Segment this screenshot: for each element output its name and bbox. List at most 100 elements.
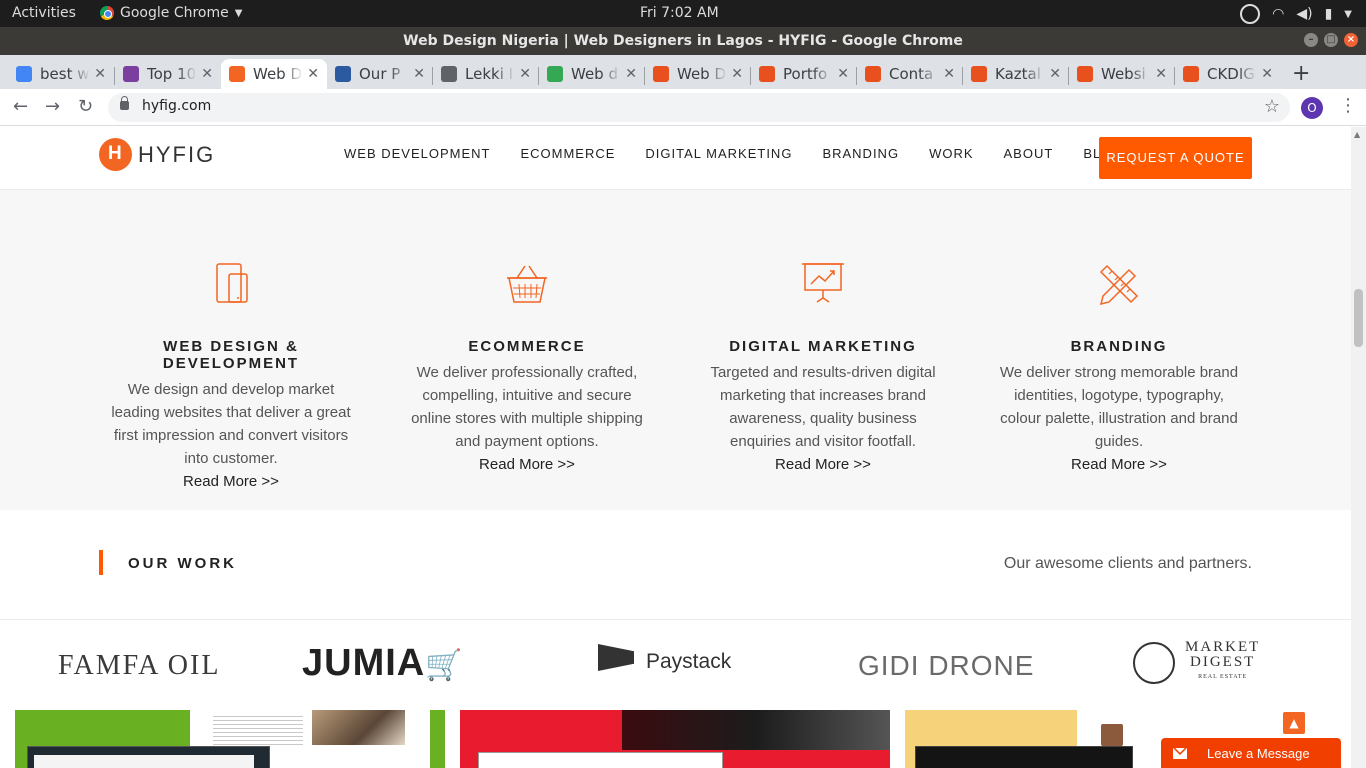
- tab-separator: [856, 67, 857, 85]
- app-menu-label: Google Chrome: [120, 5, 229, 21]
- tab-label: Kaztal: [995, 65, 1041, 83]
- market-digest-line2: DIGEST: [1190, 654, 1256, 670]
- market-digest-line1: MARKET: [1185, 639, 1261, 655]
- browser-tab[interactable]: CKDIG ✕: [1175, 59, 1281, 89]
- browser-tab[interactable]: Web d ✕: [539, 59, 645, 89]
- system-tray[interactable]: ◠ ◀) ▮ ▼: [1240, 4, 1352, 24]
- tab-label: Our P: [359, 65, 401, 83]
- service-ecommerce: ECOMMERCE We deliver professionally craf…: [397, 260, 657, 476]
- portfolio-item[interactable]: [15, 710, 445, 768]
- tab-label: best w: [40, 65, 90, 83]
- tab-close-icon[interactable]: ✕: [1155, 66, 1167, 82]
- service-digital-marketing: DIGITAL MARKETING Targeted and results-d…: [693, 260, 953, 476]
- client-logo-paystack[interactable]: Paystack: [598, 644, 731, 680]
- thumb-background: [430, 710, 445, 768]
- tab-close-icon[interactable]: ✕: [837, 66, 849, 82]
- activities-button[interactable]: Activities: [12, 5, 76, 21]
- browser-toolbar: ← → ↻ hyfig.com ☆ O ⋮: [0, 89, 1366, 126]
- tab-close-icon[interactable]: ✕: [1261, 66, 1273, 82]
- client-logo-famfa-oil[interactable]: FAMFA OIL: [58, 650, 220, 682]
- profile-avatar[interactable]: O: [1301, 97, 1323, 119]
- nav-digital-marketing[interactable]: DIGITAL MARKETING: [645, 146, 792, 161]
- thumb-photo: [1101, 724, 1123, 746]
- browser-tab[interactable]: Portfo ✕: [751, 59, 857, 89]
- client-logo-jumia[interactable]: JUMIA🛒: [302, 642, 464, 685]
- tab-label: Web D: [253, 65, 303, 83]
- browser-tab[interactable]: Websi ✕: [1069, 59, 1175, 89]
- client-logos: FAMFA OIL JUMIA🛒 Paystack GIDI DRONE MAR…: [0, 620, 1351, 710]
- client-logo-gidi-drone[interactable]: GIDI DRONE: [858, 650, 1034, 682]
- browser-tab[interactable]: Kaztal ✕: [963, 59, 1069, 89]
- nav-work[interactable]: WORK: [929, 146, 973, 161]
- close-button[interactable]: ×: [1344, 33, 1358, 47]
- browser-tab[interactable]: Web D ✕: [645, 59, 751, 89]
- scroll-to-top-button[interactable]: ▲: [1283, 712, 1305, 734]
- hyfig-logo-mark-icon: [99, 138, 132, 171]
- service-title: DIGITAL MARKETING: [729, 338, 917, 355]
- lock-icon[interactable]: [120, 96, 129, 110]
- tab-close-icon[interactable]: ✕: [731, 66, 743, 82]
- tab-close-icon[interactable]: ✕: [943, 66, 955, 82]
- chat-label: Leave a Message: [1207, 746, 1310, 761]
- bookmark-star-icon[interactable]: ☆: [1264, 96, 1280, 117]
- nav-about[interactable]: ABOUT: [1004, 146, 1054, 161]
- read-more-link[interactable]: Read More >>: [1071, 456, 1167, 473]
- presentation-chart-icon: [802, 263, 844, 303]
- page-scrollbar[interactable]: ▲: [1351, 127, 1366, 768]
- market-digest-subtitle: REAL ESTATE: [1198, 674, 1248, 680]
- tab-close-icon[interactable]: ✕: [413, 66, 425, 82]
- chrome-menu-icon[interactable]: ⋮: [1339, 95, 1357, 116]
- tab-close-icon[interactable]: ✕: [519, 66, 531, 82]
- forward-arrow-icon[interactable]: →: [45, 96, 60, 117]
- address-bar[interactable]: hyfig.com ☆: [108, 93, 1290, 122]
- hyfig-logo[interactable]: HYFIG: [99, 138, 215, 171]
- maximize-button[interactable]: □: [1324, 33, 1338, 47]
- window-title-bar: Web Design Nigeria | Web Designers in La…: [0, 27, 1366, 55]
- minimize-button[interactable]: –: [1304, 33, 1318, 47]
- portfolio-item[interactable]: [460, 710, 890, 768]
- tab-close-icon[interactable]: ✕: [1049, 66, 1061, 82]
- url-text[interactable]: hyfig.com: [142, 98, 211, 114]
- back-arrow-icon[interactable]: ←: [13, 96, 28, 117]
- browser-tab[interactable]: Lekki I ✕: [433, 59, 539, 89]
- paystack-wordmark: Paystack: [646, 650, 732, 673]
- browser-tab[interactable]: Web D ✕: [221, 59, 327, 89]
- chat-widget[interactable]: Leave a Message: [1161, 738, 1341, 768]
- read-more-link[interactable]: Read More >>: [775, 456, 871, 473]
- clock[interactable]: Fri 7:02 AM: [640, 5, 719, 21]
- client-logo-market-digest[interactable]: MARKET DIGEST REAL ESTATE: [1133, 640, 1260, 685]
- code-icon: [759, 66, 775, 82]
- nav-branding[interactable]: BRANDING: [822, 146, 899, 161]
- tab-close-icon[interactable]: ✕: [307, 66, 319, 82]
- thumb-screen: [27, 746, 270, 768]
- nav-ecommerce[interactable]: ECOMMERCE: [520, 146, 615, 161]
- browser-tab[interactable]: Top 10 ✕: [115, 59, 221, 89]
- new-tab-button[interactable]: +: [1292, 61, 1310, 86]
- obs-icon[interactable]: [1240, 4, 1261, 24]
- envelope-icon: [1173, 748, 1187, 759]
- read-more-link[interactable]: Read More >>: [479, 456, 575, 473]
- code-icon: [1077, 66, 1093, 82]
- globe-flag-icon: [335, 66, 351, 82]
- tab-label: Lekki I: [465, 65, 514, 83]
- browser-tab[interactable]: Our P ✕: [327, 59, 433, 89]
- scrollbar-thumb[interactable]: [1354, 289, 1363, 347]
- tab-separator: [432, 67, 433, 85]
- thumb-screen-content: [34, 755, 254, 768]
- tab-close-icon[interactable]: ✕: [625, 66, 637, 82]
- tab-separator: [962, 67, 963, 85]
- browser-tab[interactable]: best w ✕: [8, 59, 114, 89]
- request-quote-button[interactable]: REQUEST A QUOTE: [1099, 137, 1252, 179]
- tab-close-icon[interactable]: ✕: [94, 66, 106, 82]
- browser-tab[interactable]: Conta ✕: [857, 59, 963, 89]
- nav-web-development[interactable]: WEB DEVELOPMENT: [344, 146, 490, 161]
- app-menu[interactable]: Google Chrome ▼: [100, 5, 242, 21]
- reload-icon[interactable]: ↻: [78, 96, 93, 117]
- tab-close-icon[interactable]: ✕: [201, 66, 213, 82]
- scroll-up-arrow-icon[interactable]: ▲: [1354, 130, 1360, 139]
- read-more-link[interactable]: Read More >>: [183, 473, 279, 490]
- chevron-down-icon: ▼: [234, 7, 243, 19]
- main-nav: WEB DEVELOPMENT ECOMMERCE DIGITAL MARKET…: [344, 146, 1123, 161]
- service-web-design: WEB DESIGN & DEVELOPMENT We design and d…: [101, 260, 361, 493]
- tab-separator: [1068, 67, 1069, 85]
